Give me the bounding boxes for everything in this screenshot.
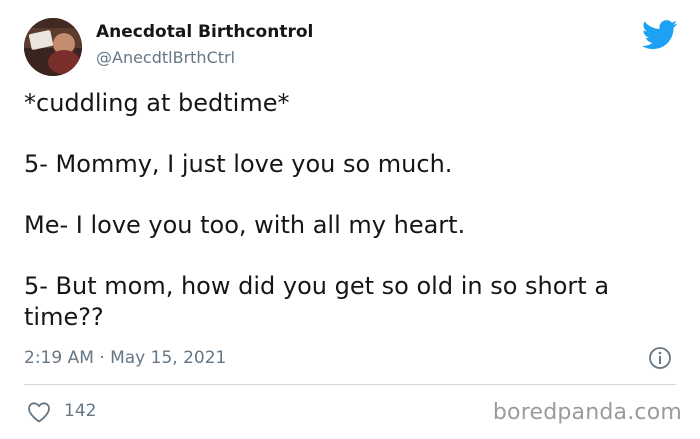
info-icon[interactable]	[648, 346, 672, 370]
avatar[interactable]	[24, 18, 82, 76]
avatar-image	[24, 18, 82, 76]
heart-icon[interactable]	[26, 401, 52, 423]
tweet-timestamp[interactable]: 2:19 AM · May 15, 2021	[24, 348, 226, 368]
like-count: 142	[64, 401, 97, 421]
watermark: boredpanda.com	[492, 400, 682, 425]
tweet-body: *cuddling at bedtime* 5- Mommy, I just l…	[24, 88, 664, 333]
tweet-line: *cuddling at bedtime*	[24, 89, 290, 117]
divider	[24, 384, 676, 385]
tweet-line: 5- Mommy, I just love you so much.	[24, 150, 453, 178]
tweet-card: Anecdotal Birthcontrol @AnecdtlBrthCtrl …	[0, 0, 700, 439]
twitter-bird-icon[interactable]	[642, 20, 678, 50]
author-name[interactable]: Anecdotal Birthcontrol	[96, 22, 313, 42]
tweet-line: 5- But mom, how did you get so old in so…	[24, 272, 610, 331]
author-handle[interactable]: @AnecdtlBrthCtrl	[96, 48, 235, 67]
tweet-line: Me- I love you too, with all my heart.	[24, 211, 466, 239]
